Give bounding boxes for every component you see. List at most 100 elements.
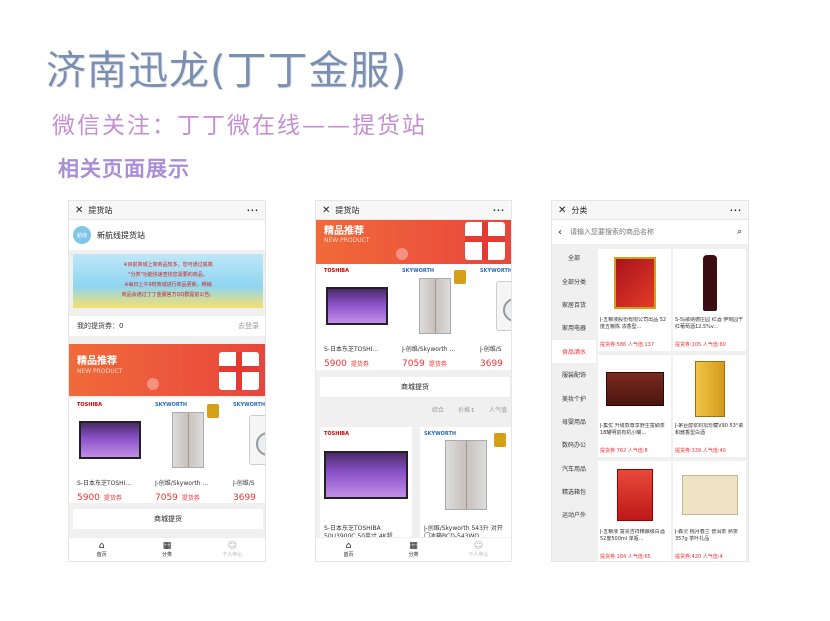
product-name: J-集优 升级款尊享野生富硒茶18罐明前有机小罐...: [600, 423, 665, 436]
liquor-box-image: [694, 361, 725, 417]
product-price: 5900: [77, 493, 100, 503]
price-tag: 提货券: [181, 495, 200, 502]
price-tag: 提货券: [103, 495, 122, 502]
product-card[interactable]: J-五粮液股份有限公司出品 52度五粮陈 浓香型... 提货券:586 人气值:…: [598, 249, 671, 351]
notice-line: ※每日上午9时商城进行商品更新，畅销: [124, 282, 212, 288]
top-bar-title: 提货站: [88, 205, 113, 215]
phone-screen-category: ✕ 分类 ··· ‹ 请输入您要搜索的商品名称 ⌕ 全部 全部分类 家居百货 家…: [551, 200, 749, 562]
notice-line: ※目前商城上架商品较多，您可通过底端: [123, 262, 213, 268]
tab-category[interactable]: ▦ 分类: [134, 538, 199, 561]
category-item[interactable]: 家用电器: [552, 316, 596, 339]
home-icon: ⌂: [98, 541, 105, 551]
promo-banner[interactable]: 精品推荐 NEW PRODUCT: [69, 344, 265, 396]
tab-label: 个人中心: [468, 552, 489, 558]
category-item[interactable]: 运动户外: [552, 503, 596, 526]
category-item[interactable]: 全部分类: [552, 269, 596, 292]
product-card[interactable]: SKYWORTH J-创维/Skyworth ... 7059 提货券: [394, 264, 472, 370]
brand-label: SKYWORTH: [233, 402, 265, 408]
award-badge-icon: [207, 404, 219, 418]
close-icon[interactable]: ✕: [322, 205, 330, 216]
site-logo: 航线: [73, 226, 91, 244]
heart-icon: [396, 248, 408, 260]
tv-image: [79, 421, 141, 459]
tab-home[interactable]: ⌂ 首页: [69, 538, 134, 561]
product-card[interactable]: J-茅台醇浆封坛珍藏V90 53°柔和酱香型白酒 提货券:339 人气值:40: [673, 355, 746, 457]
price-tag: 提货券: [350, 361, 369, 368]
product-card[interactable]: SKYWORTH J-创维/Skyworth ... 7059 提货券: [147, 398, 225, 503]
category-item[interactable]: 服装配饰: [552, 363, 596, 386]
tv-image: [326, 287, 388, 325]
category-item[interactable]: 美妆个护: [552, 386, 596, 409]
more-icon[interactable]: ···: [730, 206, 742, 215]
grid-icon: ▦: [409, 541, 418, 551]
mall-pickup-button[interactable]: 商城提货: [320, 377, 510, 397]
bottom-tab-bar: ⌂ 首页 ▦ 分类 ☺ 个人中心: [316, 537, 511, 561]
tv-image: [324, 451, 408, 499]
product-price: 3699: [233, 493, 256, 503]
tab-profile[interactable]: ☺ 个人中心: [200, 538, 265, 561]
product-meta: 提货券:105 人气值:60: [675, 342, 726, 348]
product-meta: 提货券:586 人气值:137: [600, 342, 655, 348]
category-item[interactable]: 母婴用品: [552, 410, 596, 433]
grid-icon: ▦: [162, 541, 172, 551]
fridge-image: [419, 278, 451, 334]
brand-label: SKYWORTH: [480, 268, 511, 274]
category-item[interactable]: 全部: [552, 246, 596, 269]
tea-box-image: [605, 372, 664, 406]
product-name: J-五粮液 富贵吉祥精酿级白酒52度500ml 单瓶...: [600, 529, 665, 542]
category-item[interactable]: 汽车用品: [552, 457, 596, 480]
back-icon[interactable]: ‹: [558, 227, 562, 238]
product-name: J-创维/S: [480, 346, 502, 353]
product-name: J-五粮液股份有限公司出品 52度五粮陈 浓香型...: [600, 317, 667, 330]
product-meta: 提货券:762 人气值:8: [600, 448, 648, 454]
product-card[interactable]: S-玛歌纳德庄园 红酒 伊甸园干红葡萄酒12.5%v... 提货券:105 人气…: [673, 249, 746, 351]
more-icon[interactable]: ···: [493, 206, 505, 215]
price-tag: 提货券: [428, 361, 447, 368]
category-item-active[interactable]: 食品酒水: [552, 339, 596, 363]
category-item[interactable]: 家居百货: [552, 293, 596, 316]
category-item[interactable]: 数码办公: [552, 433, 596, 456]
product-card[interactable]: TOSHIBA S-日本东芝TOSHI... 5900 提货券: [69, 398, 147, 503]
tab-label: 首页: [343, 552, 354, 558]
product-row: TOSHIBA S-日本东芝TOSHI... 5900 提货券 SKYWORTH …: [69, 398, 265, 503]
search-icon[interactable]: ⌕: [737, 227, 742, 237]
product-card[interactable]: SKYWORTH J-创维/S 3699: [472, 264, 511, 370]
notice-line: "分类"功能快速查找您需要的商品。: [128, 272, 208, 278]
product-card[interactable]: J-集优 升级款尊享野生富硒茶18罐明前有机小罐... 提货券:762 人气值:…: [598, 355, 671, 457]
fridge-image: [172, 412, 204, 468]
sort-popularity[interactable]: 人气值: [489, 405, 507, 414]
product-name: J-茅台醇浆封坛珍藏V90 53°柔和酱香型白酒: [675, 423, 744, 436]
product-card[interactable]: TOSHIBA S-日本东芝TOSHI... 5900 提货券: [316, 264, 394, 370]
product-card[interactable]: J-五粮液 富贵吉祥精酿级白酒52度500ml 单瓶... 提货券:184 人气…: [598, 461, 671, 561]
home-icon: ⌂: [345, 541, 352, 551]
product-card[interactable]: SKYWORTH J-创维/S 3699: [225, 398, 265, 503]
washer-image: [496, 281, 511, 331]
close-icon[interactable]: ✕: [558, 205, 566, 216]
brand-label: TOSHIBA: [77, 402, 102, 408]
login-link[interactable]: 去登录: [238, 321, 259, 331]
page-subtitle: 微信关注：丁丁微在线——提货站: [52, 113, 427, 139]
gift-icon: [465, 222, 505, 260]
product-name: J-创维/Skyworth ...: [402, 346, 456, 353]
banner-title: 精品推荐: [77, 356, 117, 367]
tab-category[interactable]: ▦ 分类: [381, 538, 446, 561]
category-item[interactable]: 精选箱包: [552, 480, 596, 503]
tab-profile[interactable]: ☺ 个人中心: [446, 538, 511, 561]
product-card[interactable]: TOSHIBA S-日本东芝TOSHIBA 50U3900C 50英寸 4K超: [320, 427, 412, 540]
close-icon[interactable]: ✕: [75, 205, 83, 216]
product-card[interactable]: SKYWORTH J-创维/Skyworth 543升 对开门冰箱BCD-543…: [420, 427, 511, 540]
mall-pickup-button[interactable]: 商城提货: [73, 509, 263, 529]
promo-banner[interactable]: 精品推荐 NEW PRODUCT: [316, 220, 511, 264]
bottom-tab-bar: ⌂ 首页 ▦ 分类 ☺ 个人中心: [69, 537, 265, 561]
category-list: 全部 全部分类 家居百货 家用电器 食品酒水 服装配饰 美妆个护 母婴用品 数码…: [552, 246, 596, 527]
product-name: S-玛歌纳德庄园 红酒 伊甸园干红葡萄酒12.5%v...: [675, 317, 744, 330]
product-card[interactable]: J-森灵 桃月春兰 普洱茶 熟茶357g 茶叶礼品 提货券:420 人气值:4: [673, 461, 746, 561]
more-icon[interactable]: ···: [247, 206, 259, 215]
search-input[interactable]: 请输入您要搜索的商品名称: [570, 227, 737, 237]
phone-screen-mall: ✕ 提货站 ··· 精品推荐 NEW PRODUCT TOSHIBA S-日本东…: [315, 200, 512, 562]
sort-default[interactable]: 综合: [432, 405, 444, 414]
tab-home[interactable]: ⌂ 首页: [316, 538, 381, 561]
product-name: J-创维/Skyworth ...: [155, 480, 209, 487]
user-icon: ☺: [227, 541, 238, 551]
sort-price[interactable]: 价格↕: [458, 405, 475, 414]
